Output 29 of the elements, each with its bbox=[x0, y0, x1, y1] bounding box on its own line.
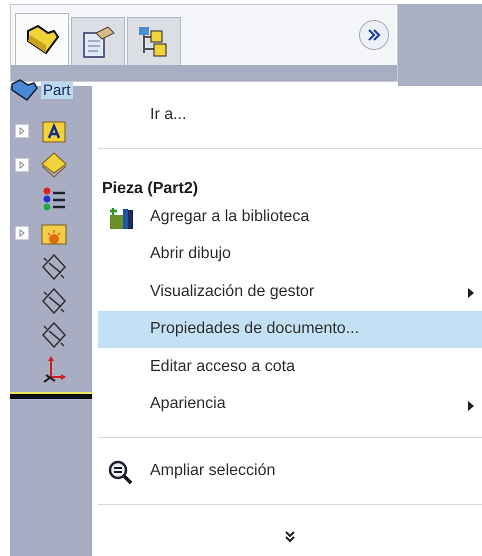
part-icon bbox=[10, 78, 38, 102]
panel-tab[interactable] bbox=[15, 13, 69, 65]
double-chevron-icon bbox=[367, 28, 381, 42]
menu-item[interactable]: Apariencia bbox=[98, 386, 482, 424]
part-icon bbox=[24, 22, 60, 56]
menu-item[interactable]: Agregar a la biblioteca bbox=[98, 198, 482, 236]
zoom-icon bbox=[108, 460, 134, 484]
material-icon[interactable] bbox=[40, 151, 68, 179]
menu-item[interactable]: Editar acceso a cota bbox=[98, 348, 482, 386]
expand-icon[interactable] bbox=[15, 226, 29, 240]
menu-item[interactable]: Visualización de gestor bbox=[98, 273, 482, 311]
expand-icon[interactable] bbox=[15, 124, 29, 138]
books-icon bbox=[108, 206, 134, 230]
plane-icon[interactable] bbox=[40, 321, 68, 349]
submenu-arrow-icon bbox=[468, 400, 474, 411]
menu-header: Pieza (Part2) bbox=[101, 179, 200, 198]
panel-tab[interactable] bbox=[71, 17, 125, 65]
expand-more-icon[interactable] bbox=[285, 531, 295, 544]
panel-tab[interactable] bbox=[127, 17, 181, 65]
expand-button[interactable] bbox=[359, 20, 389, 50]
menu-item[interactable]: Ampliar selección bbox=[98, 452, 482, 490]
submenu-arrow-icon bbox=[468, 288, 474, 298]
plane-icon[interactable] bbox=[40, 253, 68, 281]
menu-item[interactable]: Abrir dibujo bbox=[98, 236, 482, 274]
menu-item[interactable]: Propiedades de documento... bbox=[98, 310, 482, 348]
menu-item[interactable]: Ir a... bbox=[98, 96, 482, 134]
tree-root-label[interactable]: Part bbox=[41, 82, 73, 98]
plane-icon[interactable] bbox=[40, 287, 68, 315]
expand-icon[interactable] bbox=[15, 158, 29, 172]
